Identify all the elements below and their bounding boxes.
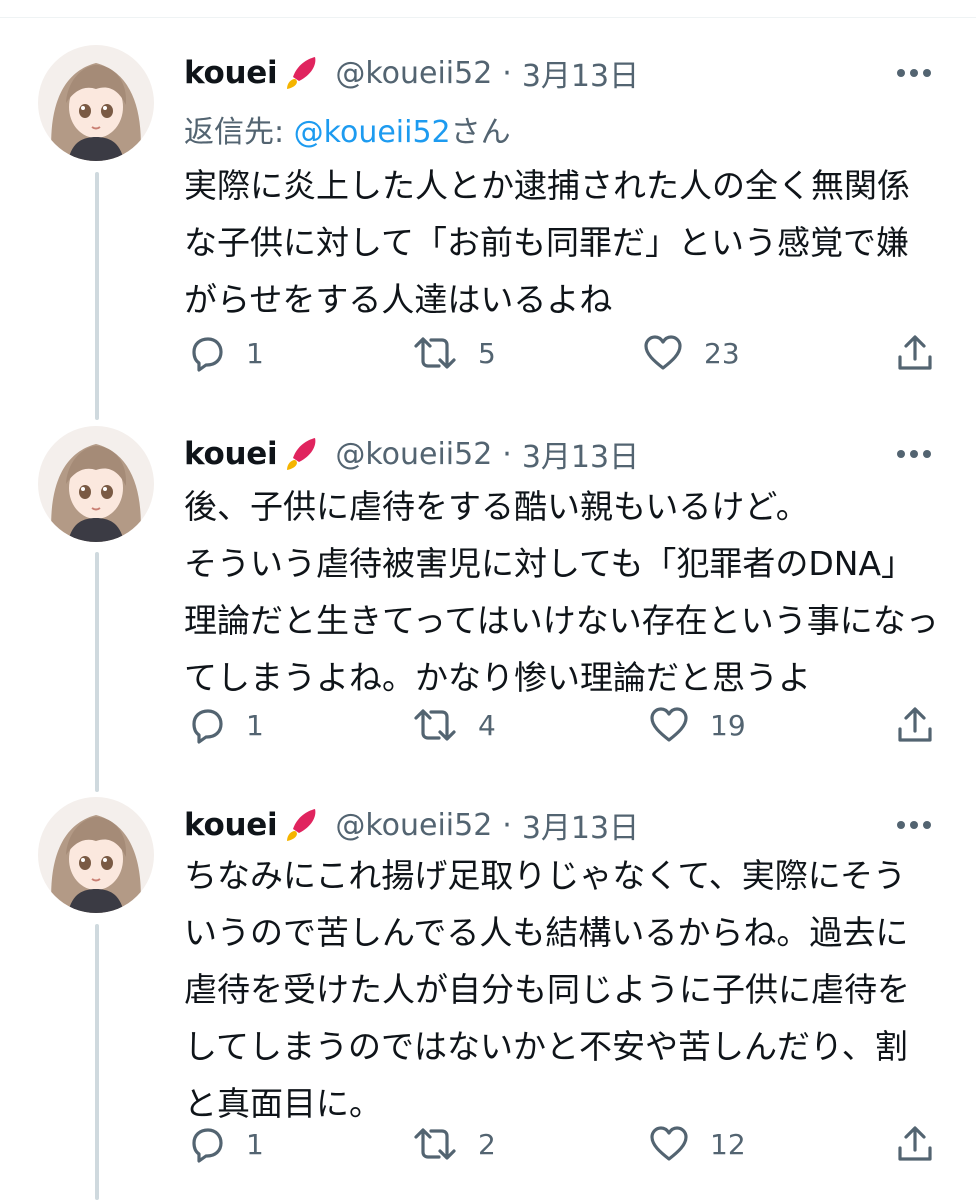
heart-icon xyxy=(644,335,682,370)
tweet-actions: 1 2 12 xyxy=(0,1119,976,1169)
reply-count: 1 xyxy=(246,1127,264,1161)
tweet-header: kouei @koueii52 · 3月13日 xyxy=(184,797,639,853)
thread-line xyxy=(95,172,99,420)
tweet-text-line: 実際に炎上した人とか逮捕された人の全く無関係 xyxy=(184,166,910,205)
reply-button[interactable]: 1 xyxy=(186,700,264,750)
retweet-icon xyxy=(414,337,456,369)
timestamp[interactable]: 3月13日 xyxy=(522,51,639,95)
like-button[interactable]: 12 xyxy=(648,1119,746,1169)
retweet-count: 2 xyxy=(478,1127,496,1161)
tweet-text-line: 虐待を受けた人が自分も同じように子供に虐待を xyxy=(184,970,910,1009)
tweet-text-line: てしまうよね。かなり惨い理論だと思うよ xyxy=(184,658,811,697)
avatar[interactable] xyxy=(38,45,154,161)
tweet-header: kouei @koueii52 · 3月13日 xyxy=(184,45,639,101)
like-button[interactable]: 23 xyxy=(642,328,740,378)
timestamp[interactable]: 3月13日 xyxy=(522,803,639,847)
reply-icon xyxy=(192,337,223,372)
tweet-text-line: いうので苦しんでる人も結構いるからね。過去に xyxy=(184,913,909,952)
retweet-icon xyxy=(414,709,456,741)
like-count: 23 xyxy=(704,336,740,370)
more-icon[interactable] xyxy=(892,805,936,845)
separator-dot: · xyxy=(502,436,512,472)
tweet-actions: 1 5 23 xyxy=(0,328,976,378)
handle[interactable]: @koueii52 xyxy=(335,56,492,91)
like-button[interactable]: 19 xyxy=(648,700,746,750)
timestamp[interactable]: 3月13日 xyxy=(522,432,639,476)
reply-to-label: 返信先: xyxy=(184,115,294,150)
more-icon[interactable] xyxy=(892,434,936,474)
share-button[interactable] xyxy=(896,700,934,750)
share-button[interactable] xyxy=(896,1119,934,1169)
tweet-text: 後、子供に虐待をする酷い親もいるけど。 そういう虐待被害児に対しても「犯罪者のD… xyxy=(184,478,939,706)
avatar[interactable] xyxy=(38,426,154,542)
rocket-badge-icon xyxy=(281,53,321,93)
top-divider xyxy=(0,17,976,18)
rocket-badge-icon xyxy=(281,434,321,474)
reply-count: 1 xyxy=(246,708,264,742)
handle[interactable]: @koueii52 xyxy=(335,808,492,843)
tweet-text-line: 後、子供に虐待をする酷い親もいるけど。 xyxy=(184,487,809,526)
retweet-button[interactable]: 5 xyxy=(412,328,496,378)
tweet-text-line: ちなみにこれ揚げ足取りじゃなくて、実際にそう xyxy=(184,856,907,895)
thread-line xyxy=(95,552,99,792)
reply-icon xyxy=(192,709,223,744)
share-icon xyxy=(898,707,932,742)
separator-dot: · xyxy=(502,807,512,843)
share-icon xyxy=(898,335,932,370)
tweet-header: kouei @koueii52 · 3月13日 xyxy=(184,426,639,482)
tweet-text-line: してしまうのではないかと不安や苦しんだり、割 xyxy=(184,1027,908,1066)
like-count: 12 xyxy=(710,1127,746,1161)
heart-icon xyxy=(650,1126,688,1161)
avatar[interactable] xyxy=(38,797,154,913)
reply-to-mention[interactable]: @koueii52 xyxy=(294,115,451,150)
tweet-text-line: そういう虐待被害児に対しても「犯罪者のDNA」 xyxy=(184,544,915,583)
reply-to-suffix: さん xyxy=(450,115,511,150)
tweet-text-line: な子供に対して「お前も同罪だ」という感覚で嫌 xyxy=(184,223,910,262)
tweet-actions: 1 4 19 xyxy=(0,700,976,750)
rocket-badge-icon xyxy=(281,805,321,845)
tweet-text: ちなみにこれ揚げ足取りじゃなくて、実際にそう いうので苦しんでる人も結構いるから… xyxy=(184,847,924,1132)
display-name[interactable]: kouei xyxy=(184,436,278,472)
retweet-button[interactable]: 2 xyxy=(412,1119,496,1169)
tweet-text: 実際に炎上した人とか逮捕された人の全く無関係 な子供に対して「お前も同罪だ」とい… xyxy=(184,157,924,328)
reply-button[interactable]: 1 xyxy=(186,1119,264,1169)
more-icon[interactable] xyxy=(892,53,936,93)
retweet-icon xyxy=(414,1128,456,1160)
display-name[interactable]: kouei xyxy=(184,807,278,843)
share-button[interactable] xyxy=(896,328,934,378)
reply-button[interactable]: 1 xyxy=(186,328,264,378)
retweet-count: 4 xyxy=(478,708,496,742)
retweet-count: 5 xyxy=(478,336,496,370)
tweet-text-line: 理論だと生きてってはいけない存在という事になっ xyxy=(184,601,939,640)
share-icon xyxy=(898,1126,932,1161)
reply-count: 1 xyxy=(246,336,264,370)
heart-icon xyxy=(650,707,688,742)
handle[interactable]: @koueii52 xyxy=(335,437,492,472)
like-count: 19 xyxy=(710,708,746,742)
reply-to: 返信先: @koueii52さん xyxy=(184,107,511,151)
display-name[interactable]: kouei xyxy=(184,55,278,91)
tweet-text-line: がらせをする人達はいるよね xyxy=(184,280,613,319)
separator-dot: · xyxy=(502,55,512,91)
retweet-button[interactable]: 4 xyxy=(412,700,496,750)
reply-icon xyxy=(192,1128,223,1163)
